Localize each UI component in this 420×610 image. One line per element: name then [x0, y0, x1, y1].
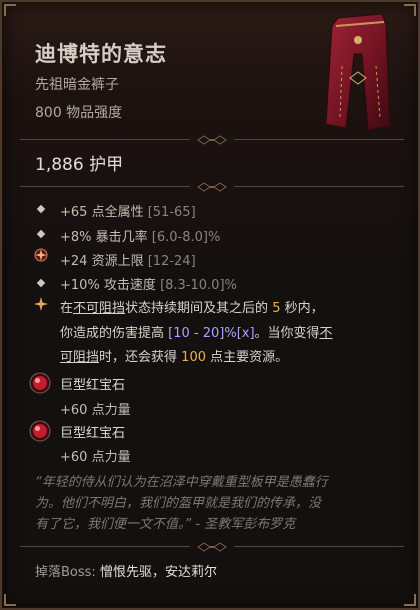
affix-bullet-icon [36, 278, 46, 288]
affix-line: +65 点全属性 [51-65] [60, 201, 196, 220]
affix-text: +65 点全属性 [60, 205, 144, 220]
divider [20, 135, 404, 145]
item-name: 迪博特的意志 [35, 42, 167, 66]
item-type: 先祖暗金裤子 [35, 77, 119, 93]
socket-gem-stat: +60 点力量 [60, 403, 131, 418]
affix-range: [6.0-8.0]% [151, 230, 221, 245]
affix-bullet-icon [36, 229, 46, 239]
divider [20, 542, 404, 552]
divider [20, 182, 404, 192]
affix-line: +24 资源上限 [12-24] [60, 250, 196, 269]
greater-affix-icon [34, 248, 48, 262]
socket-gem-name: 巨型红宝石 [60, 378, 126, 393]
socket-gem-stat: +60 点力量 [60, 450, 131, 465]
socket-gem-name: 巨型红宝石 [60, 426, 126, 441]
unstoppable-keyword: 不 [319, 326, 333, 341]
affix-range: [51-65] [147, 205, 196, 220]
legendary-line-1: 在不可阻挡状态持续期间及其之后的 5 秒内， [60, 301, 324, 316]
drop-bosses: 憎恨先驱，安达莉尔 [99, 565, 217, 580]
item-power: 800 物品强度 [35, 105, 123, 121]
armor-value: 1,886 护甲 [35, 155, 124, 175]
ruby-gem-icon [29, 372, 51, 394]
legendary-line-2: 你造成的伤害提高 [10 - 20]%[x]。当你变得不 [60, 326, 333, 341]
legendary-aspect-icon [34, 297, 48, 311]
unstoppable-keyword: 可阻挡 [60, 350, 100, 365]
item-tooltip: 迪博特的意志 先祖暗金裤子 800 物品强度 1,886 护甲 +65 点全属性… [0, 0, 420, 610]
affix-text: +10% 攻击速度 [60, 278, 156, 293]
affix-line: +10% 攻击速度 [8.3-10.0]% [60, 274, 237, 293]
legendary-line-3: 可阻挡时，还会获得 100 点主要资源。 [60, 350, 289, 365]
frame-corner [404, 4, 416, 16]
affix-range: [12-24] [147, 254, 196, 269]
pants-icon [325, 14, 391, 131]
affix-line: +8% 暴击几率 [6.0-8.0]% [60, 226, 220, 245]
flavor-text: “年轻的侍从们认为在沼泽中穿戴重型板甲是愚蠢行 为。他们不明白，我们的盔甲就是我… [35, 475, 328, 532]
frame-corner [4, 594, 16, 606]
affix-bullet-icon [36, 204, 46, 214]
affix-range: [8.3-10.0]% [160, 278, 237, 293]
drop-source: 掉落Boss: 憎恨先驱，安达莉尔 [35, 561, 217, 580]
ruby-gem-icon [29, 420, 51, 442]
frame-corner [4, 4, 16, 16]
unstoppable-keyword: 不可阻挡 [73, 301, 126, 316]
drop-label: 掉落Boss: [35, 565, 96, 580]
affix-text: +24 资源上限 [60, 254, 144, 269]
damage-range: [10 - 20]%[x] [168, 326, 255, 341]
frame-corner [404, 594, 416, 606]
affix-text: +8% 暴击几率 [60, 230, 148, 245]
